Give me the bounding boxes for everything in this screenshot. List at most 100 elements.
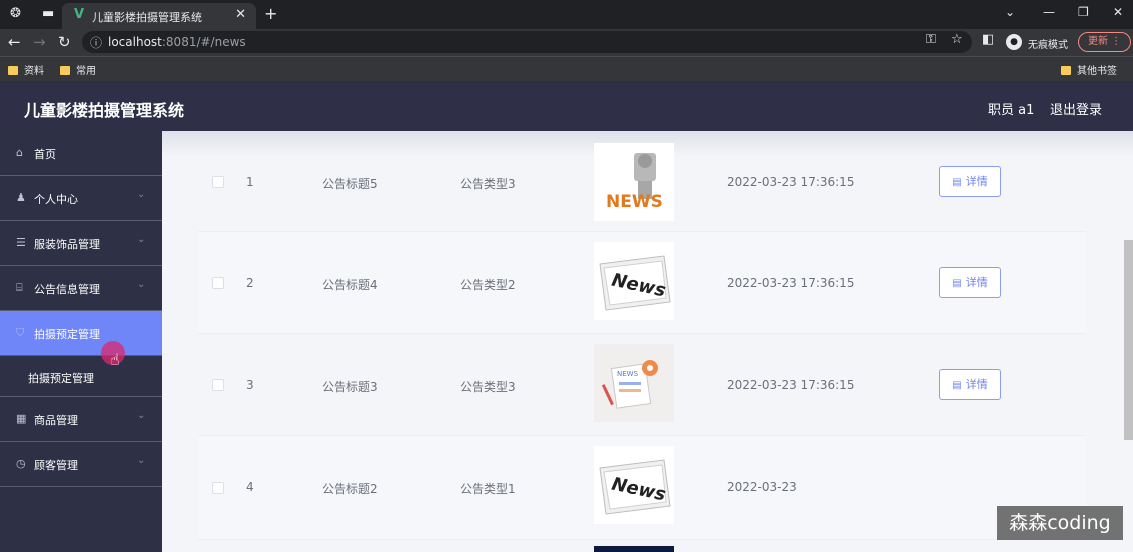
vue-favicon-icon: V xyxy=(74,7,85,22)
bookmark-folder[interactable]: 常用 xyxy=(60,62,96,77)
clock-icon: ◷ xyxy=(16,457,26,470)
sidebar-item-clothing[interactable]: ☰ 服装饰品管理 ⌄ xyxy=(0,221,162,266)
table-row: 1 公告标题5 公告类型3 NEWS 2022-03-23 17:36:15 ▤… xyxy=(198,131,1086,232)
sidepanel-icon[interactable]: ◧ xyxy=(982,32,994,47)
sidebar-item-label: 首页 xyxy=(34,148,56,161)
browser-icon[interactable]: ❂ xyxy=(10,6,21,21)
sidebar-item-label: 公告信息管理 xyxy=(34,283,100,296)
hand-cursor-icon: ☝ xyxy=(110,350,120,369)
row-title: 公告标题2 xyxy=(322,482,378,496)
news-paper-image: News xyxy=(594,242,674,320)
row-index: 1 xyxy=(246,175,254,189)
row-type: 公告类型2 xyxy=(460,278,516,292)
sidebar-item-label: 商品管理 xyxy=(34,414,78,427)
document-icon: ▤ xyxy=(952,380,962,391)
sidebar-item-notice[interactable]: ⌸ 公告信息管理 ⌄ xyxy=(0,266,162,311)
list-icon: ☰ xyxy=(16,236,26,249)
detail-button[interactable]: ▤ 详情 xyxy=(939,166,1001,197)
bookmark-folder[interactable]: 资料 xyxy=(8,62,44,77)
key-icon[interactable]: ⚿ xyxy=(926,32,936,47)
forward-icon[interactable]: → xyxy=(33,33,46,51)
url-text: localhost:8081/#/news xyxy=(108,35,246,49)
row-checkbox[interactable] xyxy=(212,379,224,391)
row-index: 2 xyxy=(246,276,254,290)
browser-toolbar: ← → ↻ ⓘ localhost:8081/#/news ⚿ ☆ ◧ ● 无痕… xyxy=(0,29,1133,56)
svg-text:NEWS: NEWS xyxy=(617,370,639,378)
site-info-icon[interactable]: ⓘ xyxy=(90,34,102,51)
shield-icon: ⛉ xyxy=(16,326,25,339)
row-time: 2022-03-23 17:36:15 xyxy=(727,175,855,189)
news-image-partial xyxy=(594,546,674,552)
goods-icon: ▦ xyxy=(16,412,27,425)
sidebar: ⌂ 首页 ♟ 个人中心 ⌄ ☰ 服装饰品管理 ⌄ ⌸ 公告信息管理 ⌄ ⛉ 拍摄… xyxy=(0,131,162,552)
tab-list-icon[interactable]: ⌄ xyxy=(1005,5,1015,19)
row-type: 公告类型1 xyxy=(460,482,516,496)
detail-button[interactable]: ▤ 详情 xyxy=(939,369,1001,400)
window-close-icon[interactable]: ✕ xyxy=(1113,5,1123,19)
tab-close-icon[interactable]: ✕ xyxy=(235,7,246,22)
row-time: 2022-03-23 xyxy=(727,480,797,494)
row-time: 2022-03-23 17:36:15 xyxy=(727,378,855,392)
news-statue-image: NEWS xyxy=(594,143,674,221)
tab-search-icon[interactable]: ▬ xyxy=(42,6,54,21)
document-icon: ▤ xyxy=(952,278,962,289)
incognito-icon[interactable]: ● xyxy=(1006,34,1022,50)
logout-link[interactable]: 退出登录 xyxy=(1050,99,1102,118)
row-time: 2022-03-23 17:36:15 xyxy=(727,276,855,290)
news-paper-image: News xyxy=(594,446,674,524)
sidebar-item-goods[interactable]: ▦ 商品管理 ⌄ xyxy=(0,397,162,442)
row-type: 公告类型3 xyxy=(460,177,516,191)
folder-icon xyxy=(8,66,18,75)
new-tab-icon[interactable]: + xyxy=(264,4,277,23)
bookmarks-bar: 资料 常用 其他书签 xyxy=(0,56,1133,81)
chevron-down-icon: ⌄ xyxy=(137,410,146,421)
user-icon: ♟ xyxy=(16,191,26,204)
row-index: 4 xyxy=(246,480,254,494)
watermark: 森森coding xyxy=(997,506,1123,540)
sidebar-item-label: 服装饰品管理 xyxy=(34,238,100,251)
submenu-item-label: 拍摄预定管理 xyxy=(28,372,94,385)
detail-button[interactable]: ▤ 详情 xyxy=(939,267,1001,298)
row-index: 3 xyxy=(246,378,254,392)
row-title: 公告标题5 xyxy=(322,177,378,191)
table-row: 2 公告标题4 公告类型2 News 2022-03-23 17:36:15 ▤… xyxy=(198,232,1086,334)
row-checkbox[interactable] xyxy=(212,277,224,289)
sidebar-item-label: 顾客管理 xyxy=(34,459,78,472)
sidebar-item-label: 个人中心 xyxy=(34,193,78,206)
chevron-down-icon: ⌄ xyxy=(137,279,146,290)
sidebar-item-customer[interactable]: ◷ 顾客管理 ⌄ xyxy=(0,442,162,487)
maximize-icon[interactable]: ❐ xyxy=(1078,5,1089,19)
row-type: 公告类型3 xyxy=(460,380,516,394)
app-title: 儿童影楼拍摄管理系统 xyxy=(24,101,185,120)
chevron-down-icon: ⌄ xyxy=(137,189,146,200)
profile-label: 无痕模式 xyxy=(1028,40,1068,51)
browser-tab[interactable]: V 儿童影楼拍摄管理系统 ✕ xyxy=(62,3,256,29)
svg-text:NEWS: NEWS xyxy=(606,192,663,212)
address-bar[interactable]: ⓘ localhost:8081/#/news xyxy=(82,31,972,53)
scrollbar[interactable] xyxy=(1124,240,1133,440)
row-title: 公告标题4 xyxy=(322,278,378,292)
submenu-item-booking[interactable]: 拍摄预定管理 xyxy=(0,356,162,397)
row-title: 公告标题3 xyxy=(322,380,378,394)
home-icon: ⌂ xyxy=(16,146,23,159)
row-checkbox[interactable] xyxy=(212,482,224,494)
current-user: 职员 a1 xyxy=(988,103,1035,118)
chevron-down-icon: ⌄ xyxy=(137,234,146,245)
back-icon[interactable]: ← xyxy=(8,33,21,51)
sidebar-item-booking[interactable]: ⛉ 拍摄预定管理 xyxy=(0,311,162,356)
update-button[interactable]: 更新 ⋮ xyxy=(1078,32,1131,52)
bank-icon: ⌸ xyxy=(16,281,23,294)
folder-icon xyxy=(1061,66,1071,75)
table-row: 4 公告标题2 公告类型1 News 2022-03-23 xyxy=(198,436,1086,540)
other-bookmarks[interactable]: 其他书签 xyxy=(1061,62,1117,77)
row-checkbox[interactable] xyxy=(212,176,224,188)
folder-icon xyxy=(60,66,70,75)
sidebar-item-personal[interactable]: ♟ 个人中心 ⌄ xyxy=(0,176,162,221)
news-document-image: NEWS xyxy=(594,344,674,422)
minimize-icon[interactable]: — xyxy=(1043,5,1055,19)
reload-icon[interactable]: ↻ xyxy=(58,33,71,51)
browser-tabbar: ❂ ▬ V 儿童影楼拍摄管理系统 ✕ + ⌄ — ❐ ✕ xyxy=(0,0,1133,29)
sidebar-item-home[interactable]: ⌂ 首页 xyxy=(0,131,162,176)
star-icon[interactable]: ☆ xyxy=(951,32,963,47)
chevron-down-icon: ⌄ xyxy=(137,455,146,466)
